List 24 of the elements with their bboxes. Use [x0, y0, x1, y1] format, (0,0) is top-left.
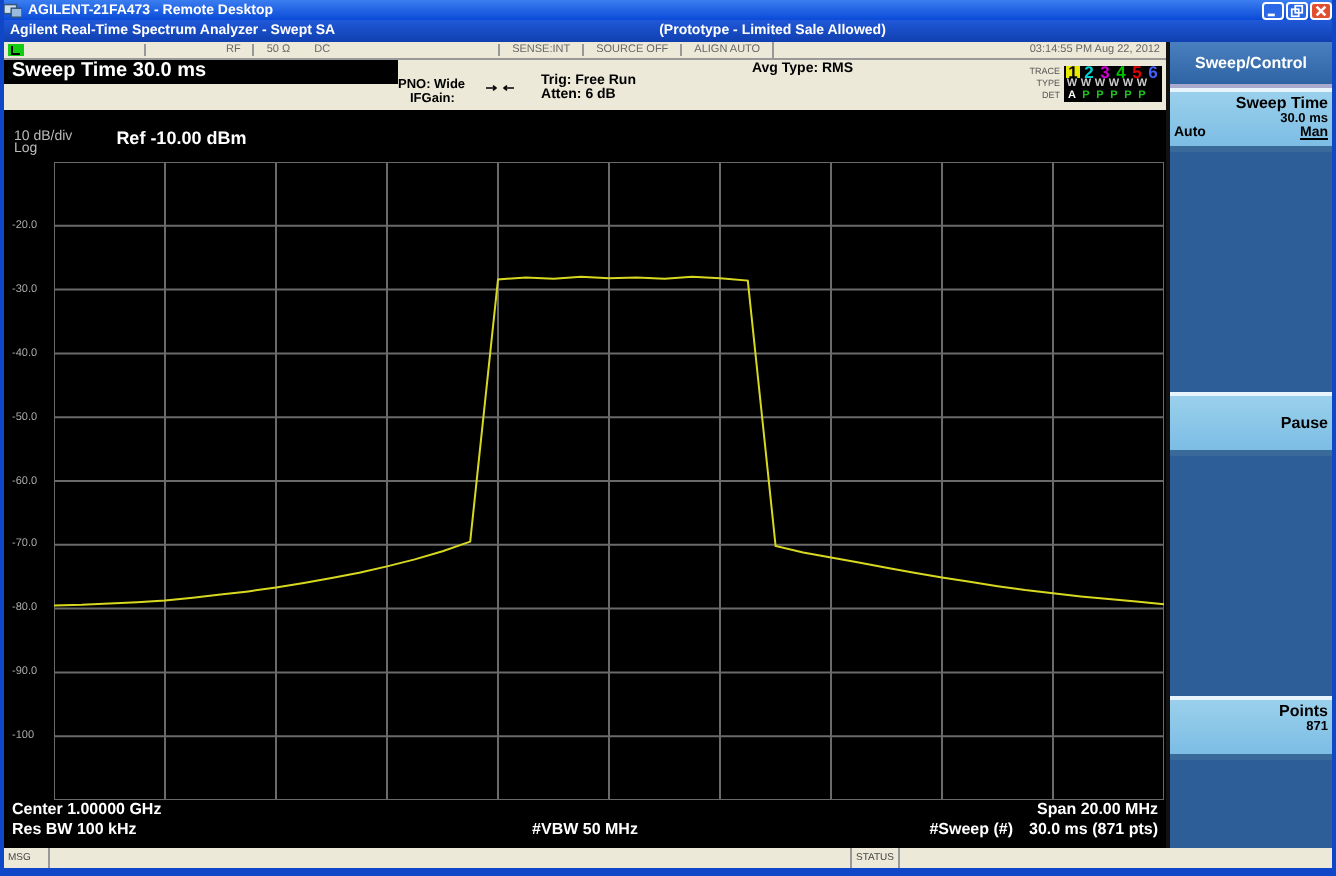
video-bandwidth: #VBW 50 MHz	[532, 820, 638, 840]
arrows-icon	[485, 84, 514, 92]
sweep-value: 30.0 ms (871 pts)	[1029, 820, 1158, 840]
reference-level: Ref -10.00 dBm	[116, 128, 247, 152]
trace-number[interactable]: 1	[1066, 66, 1080, 78]
sweep-label: #Sweep (#)	[929, 820, 1014, 840]
trace-number[interactable]: 5	[1130, 66, 1144, 78]
minimize-button[interactable]	[1262, 1, 1284, 19]
resolution-bandwidth: Res BW 100 kHz	[12, 820, 139, 840]
restore-button[interactable]	[1286, 1, 1308, 19]
active-function: Sweep Time 30.0 ms	[4, 60, 398, 84]
span-value: Span 20.00 MHz	[1037, 800, 1158, 820]
trace-number[interactable]: 4	[1114, 66, 1128, 78]
restore-icon	[1290, 3, 1304, 17]
lxi-icon	[8, 44, 24, 56]
close-button[interactable]	[1310, 1, 1332, 19]
trace-number[interactable]: 3	[1098, 66, 1112, 78]
center-frequency: Center 1.00000 GHz	[12, 800, 162, 820]
trace-number[interactable]: 2	[1082, 66, 1096, 78]
close-icon	[1314, 3, 1328, 17]
menu-title: Sweep/Control	[1170, 42, 1332, 88]
trace-number[interactable]: 6	[1146, 66, 1160, 78]
remote-desktop-icon	[4, 2, 22, 18]
pause-softkey[interactable]: Pause	[1170, 392, 1332, 456]
